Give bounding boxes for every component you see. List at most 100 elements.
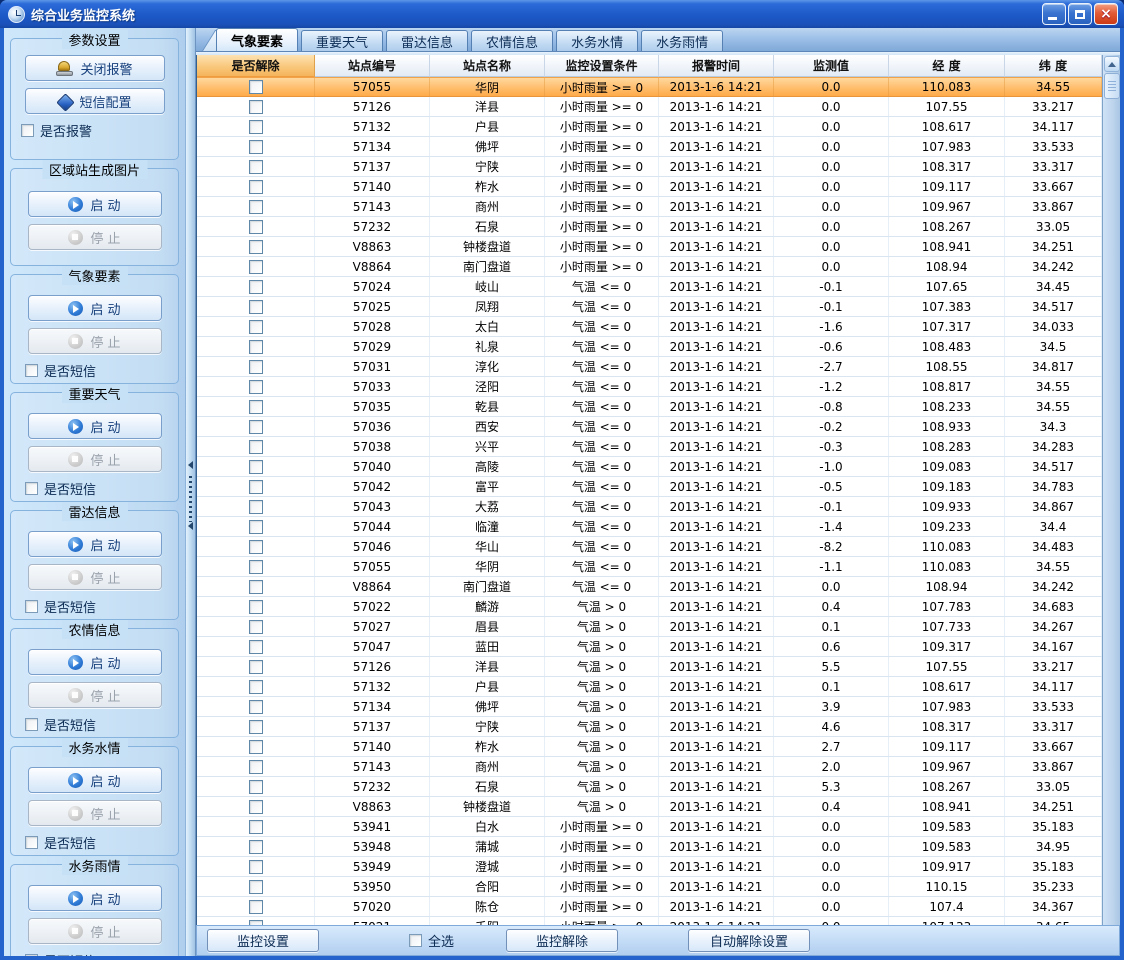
monitor-release-button[interactable]: 监控解除	[506, 929, 618, 952]
table-row[interactable]: 57025凤翔气温 <= 02013-1-6 14:21-0.1107.3833…	[197, 297, 1102, 317]
table-row[interactable]: 57055华阴小时雨量 >= 02013-1-6 14:210.0110.083…	[197, 77, 1102, 97]
release-checkbox[interactable]	[249, 540, 263, 554]
table-row[interactable]: 57046华山气温 <= 02013-1-6 14:21-8.2110.0833…	[197, 537, 1102, 557]
start-button[interactable]: 启 动	[28, 413, 162, 439]
table-row[interactable]: 57132户县小时雨量 >= 02013-1-6 14:210.0108.617…	[197, 117, 1102, 137]
table-row[interactable]: 57020陈仓小时雨量 >= 02013-1-6 14:210.0107.434…	[197, 897, 1102, 917]
start-button[interactable]: 启 动	[28, 649, 162, 675]
splitter-grip[interactable]	[189, 476, 192, 522]
release-checkbox[interactable]	[249, 320, 263, 334]
table-row[interactable]: 57134佛坪气温 > 02013-1-6 14:213.9107.98333.…	[197, 697, 1102, 717]
column-header-8[interactable]: 纬 度	[1005, 55, 1102, 77]
release-checkbox[interactable]	[249, 140, 263, 154]
release-checkbox[interactable]	[249, 240, 263, 254]
table-row[interactable]: V8863钟楼盘道气温 > 02013-1-6 14:210.4108.9413…	[197, 797, 1102, 817]
release-checkbox[interactable]	[249, 720, 263, 734]
table-row[interactable]: V8863钟楼盘道小时雨量 >= 02013-1-6 14:210.0108.9…	[197, 237, 1102, 257]
stop-button[interactable]: 停 止	[28, 682, 162, 708]
sms-checkbox[interactable]	[25, 954, 38, 956]
release-checkbox[interactable]	[249, 280, 263, 294]
tab-重要天气[interactable]: 重要天气	[301, 30, 383, 51]
scroll-up-button[interactable]	[1104, 56, 1120, 72]
release-checkbox[interactable]	[249, 600, 263, 614]
sms-checkbox[interactable]	[25, 718, 38, 731]
table-row[interactable]: 53949澄城小时雨量 >= 02013-1-6 14:210.0109.917…	[197, 857, 1102, 877]
table-row[interactable]: 57031淳化气温 <= 02013-1-6 14:21-2.7108.5534…	[197, 357, 1102, 377]
release-checkbox[interactable]	[249, 340, 263, 354]
tab-农情信息[interactable]: 农情信息	[471, 30, 553, 51]
release-checkbox[interactable]	[249, 260, 263, 274]
release-checkbox[interactable]	[249, 760, 263, 774]
table-row[interactable]: 57055华阴气温 <= 02013-1-6 14:21-1.1110.0833…	[197, 557, 1102, 577]
table-row[interactable]: 57134佛坪小时雨量 >= 02013-1-6 14:210.0107.983…	[197, 137, 1102, 157]
release-checkbox[interactable]	[249, 420, 263, 434]
monitor-set-button[interactable]: 监控设置	[207, 929, 319, 952]
column-header-7[interactable]: 经 度	[889, 55, 1005, 77]
column-header-4[interactable]: 监控设置条件	[545, 55, 659, 77]
tab-气象要素[interactable]: 气象要素	[216, 28, 298, 51]
release-checkbox[interactable]	[249, 120, 263, 134]
table-row[interactable]: 57137宁陕小时雨量 >= 02013-1-6 14:210.0108.317…	[197, 157, 1102, 177]
column-header-5[interactable]: 报警时间	[659, 55, 774, 77]
table-row[interactable]: 57024岐山气温 <= 02013-1-6 14:21-0.1107.6534…	[197, 277, 1102, 297]
release-checkbox[interactable]	[249, 380, 263, 394]
release-checkbox[interactable]	[249, 620, 263, 634]
release-checkbox[interactable]	[249, 300, 263, 314]
table-row[interactable]: 53950合阳小时雨量 >= 02013-1-6 14:210.0110.153…	[197, 877, 1102, 897]
column-header-6[interactable]: 监测值	[774, 55, 889, 77]
sms-checkbox[interactable]	[25, 600, 38, 613]
table-row[interactable]: 57126洋县小时雨量 >= 02013-1-6 14:210.0107.553…	[197, 97, 1102, 117]
release-checkbox[interactable]	[249, 860, 263, 874]
release-checkbox[interactable]	[249, 560, 263, 574]
release-checkbox[interactable]	[249, 160, 263, 174]
tab-水务水情[interactable]: 水务水情	[556, 30, 638, 51]
release-checkbox[interactable]	[249, 780, 263, 794]
release-checkbox[interactable]	[249, 640, 263, 654]
table-row[interactable]: 57022麟游气温 > 02013-1-6 14:210.4107.78334.…	[197, 597, 1102, 617]
release-checkbox[interactable]	[249, 740, 263, 754]
stop-button[interactable]: 停 止	[28, 918, 162, 944]
release-checkbox[interactable]	[249, 80, 263, 94]
table-row[interactable]: 57232石泉小时雨量 >= 02013-1-6 14:210.0108.267…	[197, 217, 1102, 237]
start-button[interactable]: 启 动	[28, 531, 162, 557]
table-row[interactable]: 57042富平气温 <= 02013-1-6 14:21-0.5109.1833…	[197, 477, 1102, 497]
release-checkbox[interactable]	[249, 480, 263, 494]
release-checkbox[interactable]	[249, 180, 263, 194]
table-row[interactable]: 57126洋县气温 > 02013-1-6 14:215.5107.5533.2…	[197, 657, 1102, 677]
table-row[interactable]: 57132户县气温 > 02013-1-6 14:210.1108.61734.…	[197, 677, 1102, 697]
release-checkbox[interactable]	[249, 520, 263, 534]
table-row[interactable]: 57232石泉气温 > 02013-1-6 14:215.3108.26733.…	[197, 777, 1102, 797]
release-checkbox[interactable]	[249, 880, 263, 894]
start-button[interactable]: 启 动	[28, 295, 162, 321]
table-row[interactable]: 57021千阳小时雨量 >= 02013-1-6 14:210.0107.133…	[197, 917, 1102, 925]
table-row[interactable]: 57038兴平气温 <= 02013-1-6 14:21-0.3108.2833…	[197, 437, 1102, 457]
sms-checkbox[interactable]	[25, 482, 38, 495]
release-checkbox[interactable]	[249, 220, 263, 234]
release-checkbox[interactable]	[249, 460, 263, 474]
table-row[interactable]: 57143商州气温 > 02013-1-6 14:212.0109.96733.…	[197, 757, 1102, 777]
release-checkbox[interactable]	[249, 800, 263, 814]
close-button[interactable]: ×	[1094, 3, 1118, 25]
collapse-arrow-icon[interactable]	[188, 461, 193, 469]
start-button[interactable]: 启 动	[28, 767, 162, 793]
table-row[interactable]: 57029礼泉气温 <= 02013-1-6 14:21-0.6108.4833…	[197, 337, 1102, 357]
scrollbar-thumb[interactable]	[1104, 73, 1120, 99]
release-checkbox[interactable]	[249, 820, 263, 834]
release-checkbox[interactable]	[249, 100, 263, 114]
release-checkbox[interactable]	[249, 440, 263, 454]
column-header-1[interactable]: 是否解除	[197, 55, 315, 77]
release-checkbox[interactable]	[249, 360, 263, 374]
table-row[interactable]: 57027眉县气温 > 02013-1-6 14:210.1107.73334.…	[197, 617, 1102, 637]
table-row[interactable]: 57137宁陕气温 > 02013-1-6 14:214.6108.31733.…	[197, 717, 1102, 737]
vertical-scrollbar[interactable]	[1102, 55, 1120, 925]
table-row[interactable]: 57035乾县气温 <= 02013-1-6 14:21-0.8108.2333…	[197, 397, 1102, 417]
tab-水务雨情[interactable]: 水务雨情	[641, 30, 723, 51]
region-start-button[interactable]: 启 动	[28, 191, 162, 217]
sidebar-splitter[interactable]	[186, 28, 196, 956]
release-checkbox[interactable]	[249, 660, 263, 674]
table-row[interactable]: 57047蓝田气温 > 02013-1-6 14:210.6109.31734.…	[197, 637, 1102, 657]
table-row[interactable]: V8864南门盘道气温 <= 02013-1-6 14:210.0108.943…	[197, 577, 1102, 597]
stop-button[interactable]: 停 止	[28, 446, 162, 472]
release-checkbox[interactable]	[249, 900, 263, 914]
stop-button[interactable]: 停 止	[28, 564, 162, 590]
